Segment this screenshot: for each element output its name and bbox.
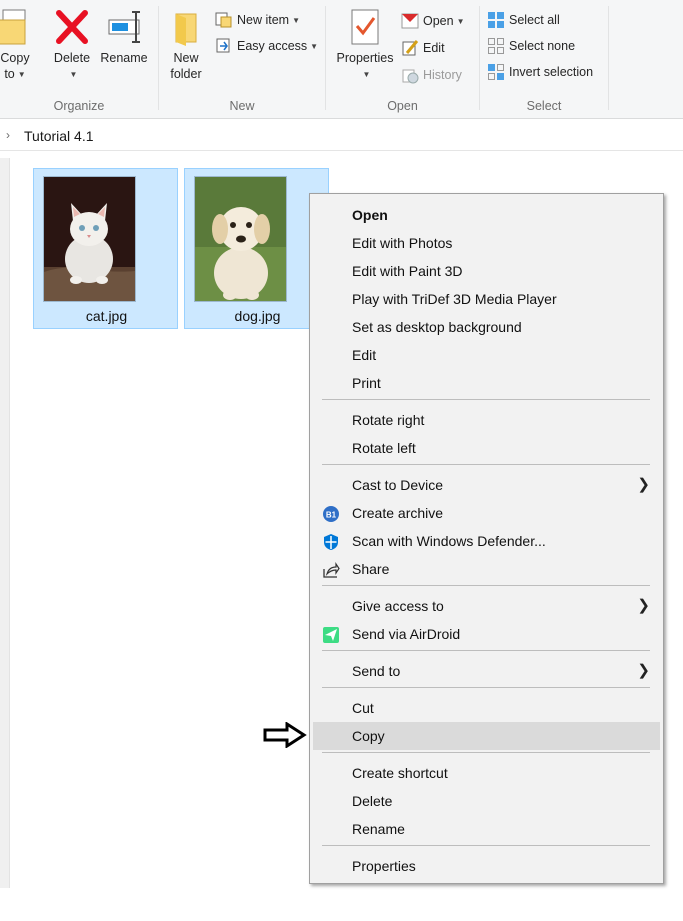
rename-button[interactable]: Rename: [98, 4, 150, 66]
select-group-label: Select: [526, 99, 562, 113]
airdroid-icon: [322, 625, 340, 643]
history-button[interactable]: History: [401, 64, 462, 86]
cat-thumbnail: [43, 176, 136, 302]
new-item-button[interactable]: New item ▼: [215, 9, 300, 31]
submenu-chevron-icon: ❯: [637, 662, 650, 679]
invert-selection-icon: [487, 63, 505, 81]
file-tile-cat[interactable]: cat.jpg: [33, 168, 178, 329]
select-none-button[interactable]: Select none: [487, 35, 575, 57]
menu-item-create-archive[interactable]: B1 Create archive: [313, 499, 660, 527]
copy-to-icon: [0, 8, 33, 46]
select-none-icon: [487, 37, 505, 55]
share-icon: [322, 560, 340, 578]
menu-separator: [322, 752, 650, 753]
menu-item-scan-defender[interactable]: Scan with Windows Defender...: [313, 527, 660, 555]
menu-item-copy[interactable]: Copy: [313, 722, 660, 750]
select-all-button[interactable]: Select all: [487, 9, 560, 31]
menu-item-edit-with-photos[interactable]: Edit with Photos: [313, 229, 660, 257]
copy-to-button[interactable]: Copy to ▼: [0, 4, 36, 84]
new-group: New folder New item ▼ Easy access ▼ New: [159, 0, 325, 118]
context-menu: Open Edit with Photos Edit with Paint 3D…: [309, 193, 664, 884]
menu-item-edit-with-paint-3d[interactable]: Edit with Paint 3D: [313, 257, 660, 285]
open-button[interactable]: Open ▼: [401, 10, 465, 32]
menu-separator: [322, 585, 650, 586]
properties-icon: [347, 8, 383, 46]
menu-item-properties[interactable]: Properties: [313, 852, 660, 880]
menu-separator: [322, 464, 650, 465]
menu-item-share[interactable]: Share: [313, 555, 660, 583]
menu-separator: [322, 687, 650, 688]
properties-button[interactable]: Properties ▼: [332, 4, 398, 84]
dog-thumbnail: [194, 176, 287, 302]
menu-item-cast-to-device[interactable]: Cast to Device ❯: [313, 471, 660, 499]
menu-item-open[interactable]: Open: [313, 201, 660, 229]
menu-item-rotate-left[interactable]: Rotate left: [313, 434, 660, 462]
easy-access-icon: [215, 37, 233, 55]
menu-item-delete[interactable]: Delete: [313, 787, 660, 815]
delete-icon: [54, 8, 90, 46]
menu-item-rotate-right[interactable]: Rotate right: [313, 406, 660, 434]
open-group-label: Open: [387, 99, 418, 113]
delete-button[interactable]: Delete ▼: [52, 4, 92, 84]
delete-dropdown-icon: ▼: [69, 70, 78, 79]
file-tile-dog[interactable]: dog.jpg: [184, 168, 329, 329]
new-item-dropdown-icon: ▼: [292, 16, 301, 25]
new-group-label: New: [229, 99, 255, 113]
easy-access-button[interactable]: Easy access ▼: [215, 35, 318, 57]
select-group: Select all Select none Invert selection …: [480, 0, 608, 118]
address-bar[interactable]: › Tutorial 4.1: [0, 124, 683, 151]
submenu-chevron-icon: ❯: [637, 597, 650, 614]
menu-item-cut[interactable]: Cut: [313, 694, 660, 722]
menu-item-set-desktop-background[interactable]: Set as desktop background: [313, 313, 660, 341]
menu-item-rename[interactable]: Rename: [313, 815, 660, 843]
history-icon: [401, 66, 419, 84]
open-app-icon: [401, 12, 419, 30]
open-dropdown-icon: ▼: [456, 17, 465, 26]
copy-to-dropdown-icon: ▼: [17, 70, 26, 79]
menu-item-play-with-tridef[interactable]: Play with TriDef 3D Media Player: [313, 285, 660, 313]
svg-text:B1: B1: [326, 511, 337, 520]
select-all-icon: [487, 11, 505, 29]
archive-b1-icon: B1: [322, 504, 340, 522]
menu-item-send-via-airdroid[interactable]: Send via AirDroid: [313, 620, 660, 648]
windows-defender-shield-icon: [322, 532, 340, 550]
new-item-icon: [215, 11, 233, 29]
ribbon: Copy to ▼ Delete ▼ Rename Organize New f…: [0, 0, 683, 119]
menu-separator: [322, 845, 650, 846]
edit-button[interactable]: Edit: [401, 37, 445, 59]
pointer-arrow-icon: [263, 721, 307, 751]
menu-item-edit[interactable]: Edit: [313, 341, 660, 369]
file-name[interactable]: cat.jpg: [34, 308, 179, 324]
menu-separator: [322, 650, 650, 651]
submenu-chevron-icon: ❯: [637, 476, 650, 493]
organize-group: Copy to ▼ Delete ▼ Rename Organize: [0, 0, 158, 118]
menu-item-give-access-to[interactable]: Give access to ❯: [313, 592, 660, 620]
navigation-pane[interactable]: [0, 158, 10, 888]
new-folder-button[interactable]: New folder: [165, 4, 207, 82]
easy-access-dropdown-icon: ▼: [310, 42, 319, 51]
breadcrumb-chevron-icon[interactable]: ›: [6, 128, 10, 142]
open-group: Properties ▼ Open ▼ Edit History Open: [326, 0, 479, 118]
rename-icon: [106, 8, 142, 46]
breadcrumb[interactable]: Tutorial 4.1: [24, 128, 94, 144]
menu-item-create-shortcut[interactable]: Create shortcut: [313, 759, 660, 787]
menu-item-print[interactable]: Print: [313, 369, 660, 397]
menu-separator: [322, 399, 650, 400]
organize-group-label: Organize: [53, 99, 105, 113]
menu-item-send-to[interactable]: Send to ❯: [313, 657, 660, 685]
group-divider: [608, 6, 609, 110]
edit-icon: [401, 39, 419, 57]
properties-dropdown-icon: ▼: [362, 70, 371, 79]
new-folder-icon: [168, 8, 204, 46]
invert-selection-button[interactable]: Invert selection: [487, 61, 593, 83]
